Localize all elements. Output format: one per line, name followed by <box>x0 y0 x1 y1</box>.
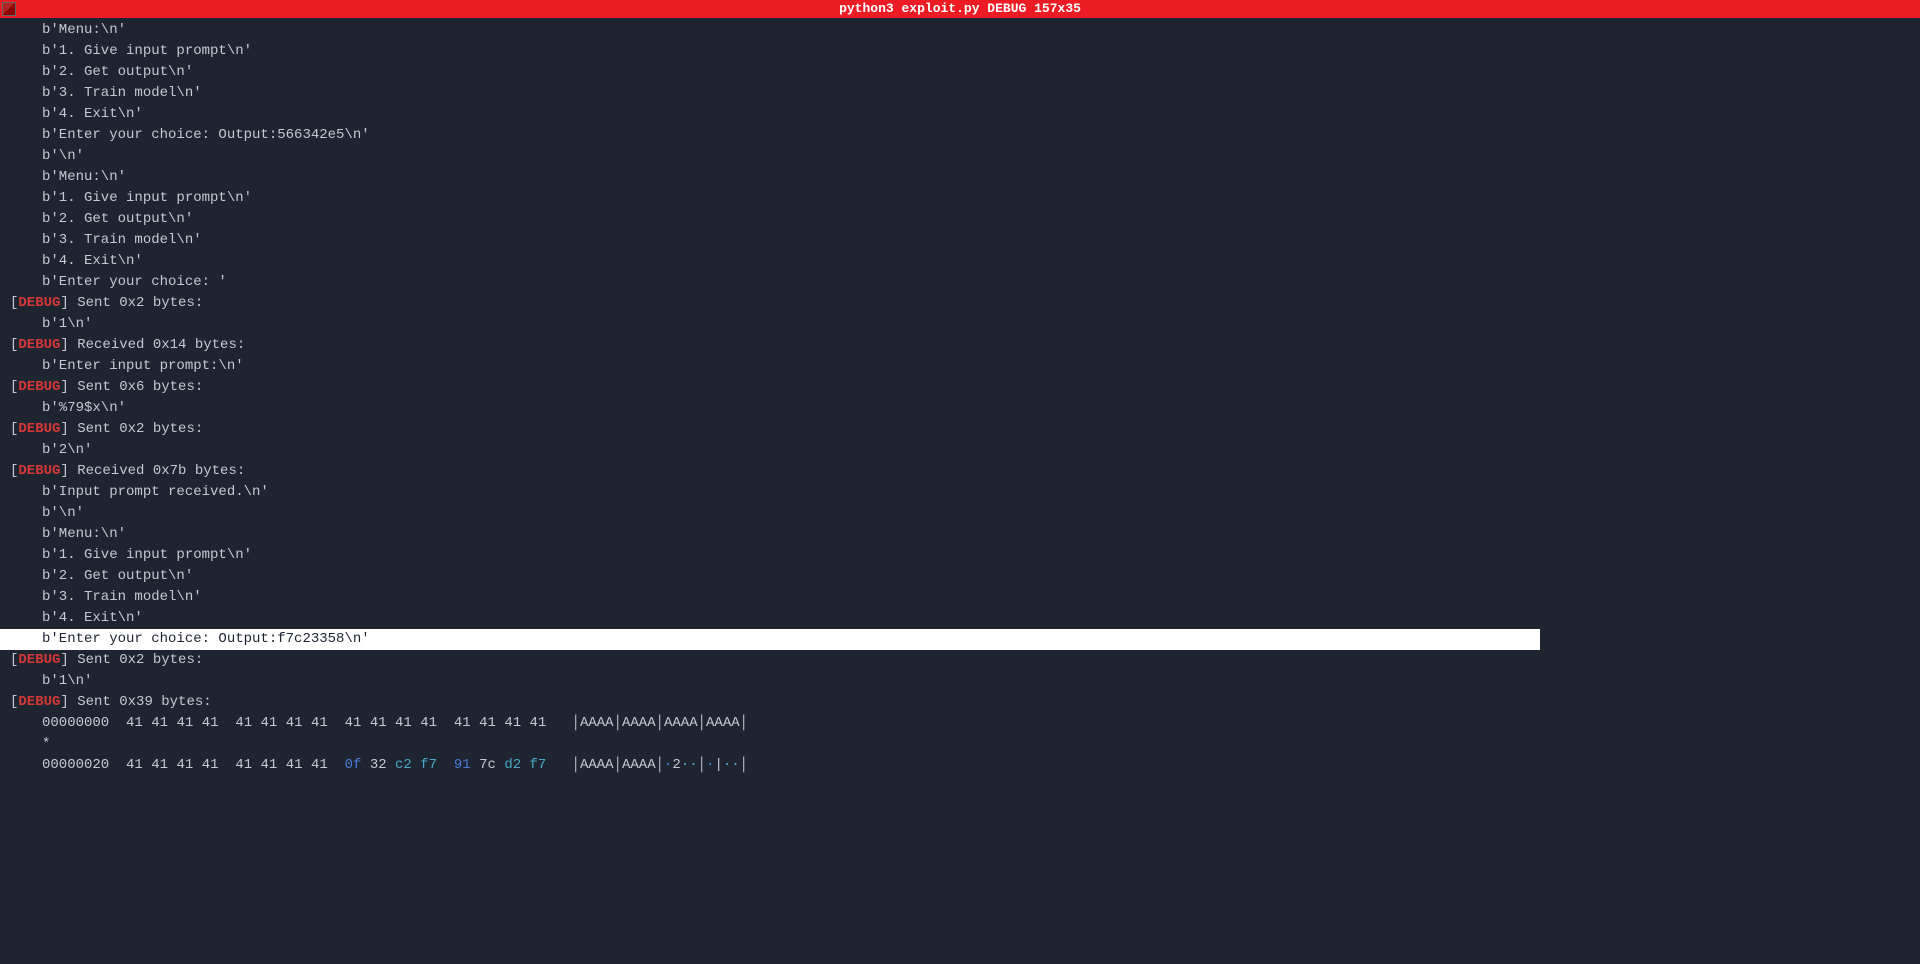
debug-line: [DEBUG] Sent 0x2 bytes: <box>0 419 1920 440</box>
output-line: b'3. Train model\n' <box>0 83 1920 104</box>
output-line: b'4. Exit\n' <box>0 608 1920 629</box>
output-line: b'2. Get output\n' <box>0 566 1920 587</box>
output-line: b'2\n' <box>0 440 1920 461</box>
debug-line: [DEBUG] Sent 0x2 bytes: <box>0 650 1920 671</box>
output-line: b'1\n' <box>0 671 1920 692</box>
window-title: python3 exploit.py DEBUG 157x35 <box>839 0 1081 19</box>
output-line: b'\n' <box>0 146 1920 167</box>
debug-line: [DEBUG] Sent 0x6 bytes: <box>0 377 1920 398</box>
output-line: b'3. Train model\n' <box>0 587 1920 608</box>
output-line: b'Menu:\n' <box>0 167 1920 188</box>
output-line: b'4. Exit\n' <box>0 251 1920 272</box>
output-line: b'Enter your choice: Output:566342e5\n' <box>0 125 1920 146</box>
hexdump-row: 00000020 41 41 41 41 41 41 41 41 0f 32 c… <box>0 755 1920 776</box>
highlighted-line: b'Enter your choice: Output:f7c23358\n' <box>0 629 1540 650</box>
output-line: b'Input prompt received.\n' <box>0 482 1920 503</box>
output-line: b'Enter input prompt:\n' <box>0 356 1920 377</box>
output-line: b'4. Exit\n' <box>0 104 1920 125</box>
debug-line: [DEBUG] Received 0x7b bytes: <box>0 461 1920 482</box>
output-line: b'1. Give input prompt\n' <box>0 41 1920 62</box>
output-line: b'Menu:\n' <box>0 524 1920 545</box>
terminal-output[interactable]: b'Menu:\n'b'1. Give input prompt\n'b'2. … <box>0 18 1920 778</box>
debug-line: [DEBUG] Sent 0x2 bytes: <box>0 293 1920 314</box>
output-line: b'1. Give input prompt\n' <box>0 188 1920 209</box>
output-line: b'\n' <box>0 503 1920 524</box>
output-line: b'1\n' <box>0 314 1920 335</box>
output-line: b'Enter your choice: ' <box>0 272 1920 293</box>
app-icon <box>2 2 16 16</box>
output-line: b'3. Train model\n' <box>0 230 1920 251</box>
hexdump-row: 00000000 41 41 41 41 41 41 41 41 41 41 4… <box>0 713 1920 734</box>
output-line: b'%79$x\n' <box>0 398 1920 419</box>
debug-line: [DEBUG] Sent 0x39 bytes: <box>0 692 1920 713</box>
output-line: b'2. Get output\n' <box>0 209 1920 230</box>
output-line: b'2. Get output\n' <box>0 62 1920 83</box>
hexdump-repeat-marker: * <box>0 734 1920 755</box>
titlebar[interactable]: python3 exploit.py DEBUG 157x35 <box>0 0 1920 18</box>
output-line: b'Menu:\n' <box>0 20 1920 41</box>
output-line: b'1. Give input prompt\n' <box>0 545 1920 566</box>
debug-line: [DEBUG] Received 0x14 bytes: <box>0 335 1920 356</box>
